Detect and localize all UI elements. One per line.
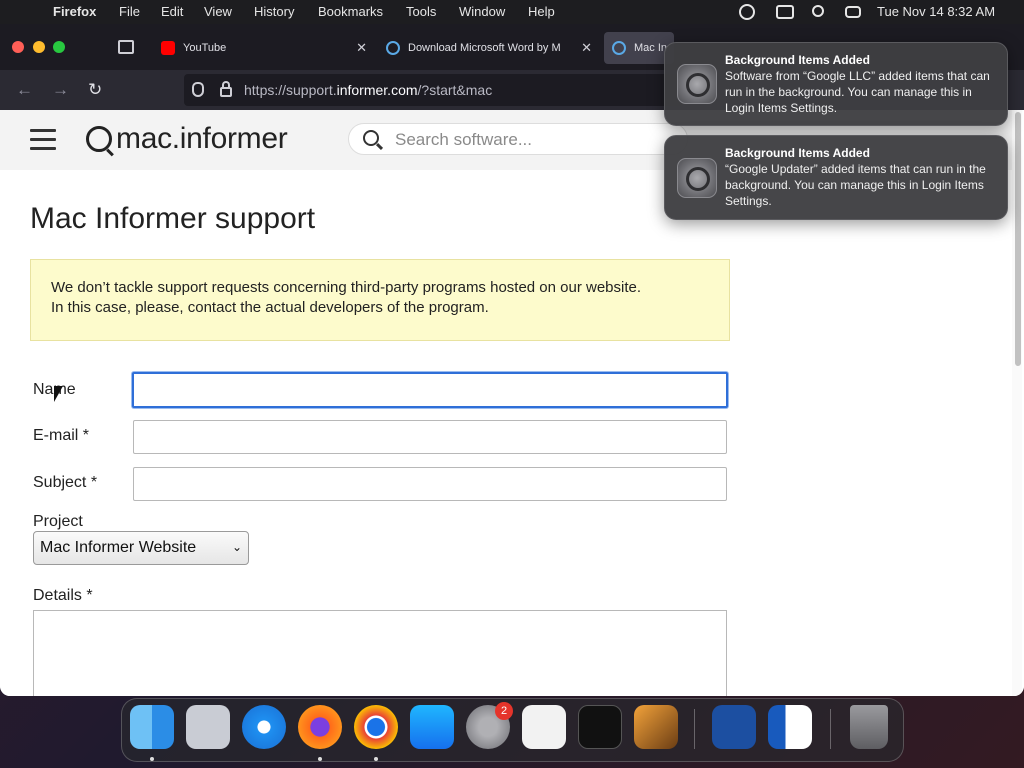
firefox-icon[interactable] <box>298 705 342 749</box>
url-domain: informer.com <box>336 82 418 98</box>
finder-icon[interactable] <box>130 705 174 749</box>
menu-tools[interactable]: Tools <box>406 4 436 19</box>
details-label: Details * <box>33 587 93 604</box>
textedit-icon[interactable] <box>522 705 566 749</box>
tab-download-word-label: Download Microsoft Word by M <box>408 42 561 54</box>
mac-informer-icon[interactable] <box>712 705 756 749</box>
tab-download-word[interactable]: Download Microsoft Word by M ✕ <box>378 32 600 64</box>
page-title: Mac Informer support <box>30 202 316 235</box>
menu-help[interactable]: Help <box>528 4 555 19</box>
notification-body: “Google Updater” added items that can ru… <box>725 162 986 208</box>
garageband-icon[interactable] <box>634 705 678 749</box>
project-label: Project <box>33 513 83 530</box>
email-input[interactable] <box>133 420 727 454</box>
chevron-down-icon: ⌄ <box>231 540 242 554</box>
notification-google-updater[interactable]: Background Items Added “Google Updater” … <box>664 135 1008 220</box>
close-window-button[interactable] <box>12 41 24 53</box>
mouse-pointer <box>54 386 63 402</box>
screen-mirroring-icon[interactable] <box>776 5 794 19</box>
close-tab-icon[interactable]: ✕ <box>356 40 367 56</box>
system-settings-gear-icon <box>677 64 717 104</box>
details-textarea[interactable] <box>33 610 727 696</box>
dock-separator <box>830 709 831 749</box>
menu-file[interactable]: File <box>119 4 140 19</box>
reload-icon[interactable]: ↻ <box>88 80 102 100</box>
informer-favicon-icon <box>386 41 400 55</box>
chrome-icon[interactable] <box>354 705 398 749</box>
menu-app-name[interactable]: Firefox <box>53 4 96 19</box>
scrollbar-thumb[interactable] <box>1015 112 1021 366</box>
spotlight-search-icon[interactable] <box>812 5 824 17</box>
project-select[interactable]: Mac Informer Website ⌄ <box>33 531 249 565</box>
close-tab-icon[interactable]: ✕ <box>581 40 592 56</box>
running-indicator <box>150 757 154 761</box>
url-text[interactable]: https://support.informer.com/?start&mac <box>244 82 492 98</box>
terminal-icon[interactable] <box>578 705 622 749</box>
running-indicator <box>374 757 378 761</box>
notice-line-1: We don’t tackle support requests concern… <box>51 279 642 296</box>
tab-youtube[interactable]: YouTube ✕ <box>153 32 375 64</box>
menu-bar: Firefox File Edit View History Bookmarks… <box>0 0 1024 24</box>
running-indicator <box>318 757 322 761</box>
tab-mac-informer-label: Mac In <box>634 42 668 54</box>
email-label: E-mail * <box>33 427 90 444</box>
control-center-icon[interactable] <box>845 6 861 18</box>
hamburger-menu-icon[interactable] <box>30 129 56 150</box>
search-placeholder: Search software... <box>395 130 533 149</box>
tracking-protection-shield-icon[interactable] <box>192 82 204 97</box>
dock-separator <box>694 709 695 749</box>
minimize-window-button[interactable] <box>33 41 45 53</box>
status-app-icon[interactable] <box>739 4 755 20</box>
search-icon[interactable] <box>363 130 379 146</box>
word-icon[interactable] <box>768 705 812 749</box>
back-arrow-icon[interactable]: ← <box>16 80 33 100</box>
notification-body: Software from “Google LLC” added items t… <box>725 69 990 115</box>
safari-icon[interactable] <box>242 705 286 749</box>
menu-history[interactable]: History <box>254 4 294 19</box>
support-notice: We don’t tackle support requests concern… <box>30 259 730 341</box>
project-selected-value: Mac Informer Website <box>40 539 197 556</box>
site-search-box[interactable]: Search software... <box>348 123 688 155</box>
tab-youtube-label: YouTube <box>183 42 227 54</box>
notification-google-llc[interactable]: Background Items Added Software from “Go… <box>664 42 1008 126</box>
address-bar[interactable]: https://support.informer.com/?start&mac <box>184 74 684 106</box>
lock-shackle-icon <box>222 81 230 89</box>
menu-view[interactable]: View <box>204 4 232 19</box>
logo-text: mac.informer <box>116 122 288 155</box>
menu-window[interactable]: Window <box>459 4 505 19</box>
zoom-window-button[interactable] <box>53 41 65 53</box>
launchpad-icon[interactable] <box>186 705 230 749</box>
subject-label: Subject * <box>33 474 98 491</box>
notice-line-2: In this case, please, contact the actual… <box>51 299 489 316</box>
name-input[interactable] <box>132 372 728 408</box>
page-scrollbar[interactable] <box>1012 110 1022 696</box>
system-settings-gear-icon <box>677 158 717 198</box>
menu-clock[interactable]: Tue Nov 14 8:32 AM <box>877 4 995 19</box>
trash-icon[interactable] <box>850 705 888 749</box>
url-prefix: https://support. <box>244 82 337 98</box>
forward-arrow-icon[interactable]: → <box>52 80 69 100</box>
informer-logo-icon <box>86 126 112 152</box>
youtube-favicon-icon <box>161 41 175 55</box>
app-store-icon[interactable] <box>410 705 454 749</box>
informer-favicon-icon <box>612 41 626 55</box>
firefox-view-icon[interactable] <box>118 40 134 54</box>
notification-title: Background Items Added <box>725 53 870 67</box>
subject-input[interactable] <box>133 467 727 501</box>
menu-edit[interactable]: Edit <box>161 4 183 19</box>
settings-notification-badge: 2 <box>495 702 513 720</box>
notification-title: Background Items Added <box>725 146 870 160</box>
site-logo[interactable]: mac.informer <box>86 122 288 156</box>
url-suffix: /?start&mac <box>417 82 493 98</box>
menu-bookmarks[interactable]: Bookmarks <box>318 4 383 19</box>
